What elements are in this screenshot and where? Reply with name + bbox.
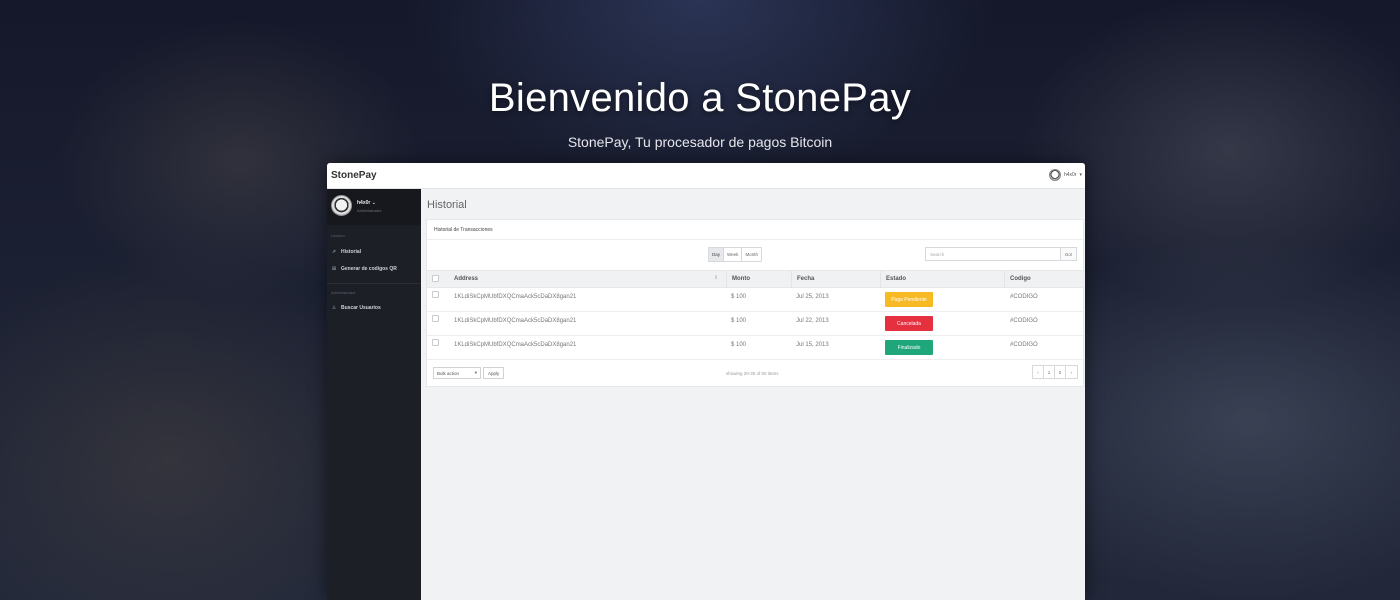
column-header-codigo[interactable]: Codigo [1010, 276, 1031, 282]
range-day-button[interactable]: Day [709, 248, 725, 261]
cell-code: #CODIGO [1010, 342, 1038, 348]
sidebar-item-historial[interactable]: ⇗ Historial [331, 249, 361, 255]
sidebar-item-qr[interactable]: ⊞ Generar de codigos QR [331, 266, 397, 272]
sidebar-item-label: Buscar Usuarios [341, 305, 381, 311]
column-divider [791, 271, 792, 288]
top-bar: StonePay h4x0r ▾ [327, 163, 1085, 189]
main-content: Historial Historial de Transacciones Day… [421, 189, 1085, 600]
user-menu[interactable]: h4x0r ▾ [1048, 169, 1082, 181]
table-row[interactable]: 1KLdiSkCpMUbfDXQCmaAck5cDaDX8gan21 $ 100… [427, 288, 1083, 312]
hero-title: Bienvenido a StonePay [488, 76, 912, 120]
qr-icon: ⊞ [331, 266, 337, 272]
status-badge: Pago Pendiente [885, 292, 933, 307]
profile-name[interactable]: h4x0r ⌄ [357, 200, 376, 206]
column-header-monto[interactable]: Monto [732, 276, 750, 282]
sidebar-divider [327, 283, 421, 284]
app-window: StonePay h4x0r ▾ h4x0r ⌄ Administrador U… [327, 163, 1085, 600]
range-month-button[interactable]: Month [742, 248, 761, 261]
row-checkbox[interactable] [432, 315, 439, 322]
transactions-panel: Historial de Transacciones Day Week Mont… [426, 219, 1084, 387]
bulk-action-select[interactable]: Bulk action ▾ [433, 367, 481, 379]
pagination: ‹ 1 2 › [1032, 365, 1078, 379]
cell-amount: $ 100 [731, 294, 747, 300]
profile-role: Administrador [357, 208, 382, 213]
page-title: Historial [427, 199, 467, 211]
column-divider [726, 271, 727, 288]
avatar[interactable] [1048, 169, 1061, 181]
status-badge: Cancelada [885, 316, 933, 331]
cell-address: 1KLdiSkCpMUbfDXQCmaAck5cDaDX8gan21 [454, 294, 577, 300]
table-row[interactable]: 1KLdiSkCpMUbfDXQCmaAck5cDaDX8gan21 $ 100… [427, 312, 1083, 336]
search-group: Go! [925, 247, 1077, 261]
sidebar-item-label: Historial [341, 249, 362, 255]
page-2-button[interactable]: 2 [1055, 366, 1066, 378]
range-week-button[interactable]: Week [724, 248, 743, 261]
showing-count: showing 20-30 of 50 items [726, 371, 779, 376]
bulk-actions: Bulk action ▾ Apply [433, 367, 505, 379]
row-checkbox[interactable] [432, 339, 439, 346]
user-menu-name[interactable]: h4x0r [1064, 172, 1077, 178]
cell-date: Jul 22, 2013 [796, 318, 829, 324]
table-row[interactable]: 1KLdiSkCpMUbfDXQCmaAck5cDaDX8gan21 $ 100… [427, 336, 1083, 360]
sort-icon[interactable]: ⇕ [714, 275, 718, 281]
chevron-down-icon: ▾ [474, 370, 477, 375]
column-header-address[interactable]: Address [454, 276, 478, 282]
column-divider [880, 271, 881, 288]
chevron-down-icon[interactable]: ▾ [1079, 172, 1082, 178]
cell-address: 1KLdiSkCpMUbfDXQCmaAck5cDaDX8gan21 [454, 342, 577, 348]
sidebar-item-label: Generar de codigos QR [341, 266, 397, 272]
section-label-usuario: Usuario [331, 233, 345, 238]
cell-date: Jul 15, 2013 [796, 342, 829, 348]
search-go-button[interactable]: Go! [1060, 248, 1076, 260]
page-prev-button[interactable]: ‹ [1033, 366, 1044, 378]
cell-address: 1KLdiSkCpMUbfDXQCmaAck5cDaDX8gan21 [454, 318, 577, 324]
search-input[interactable] [926, 248, 1060, 260]
hero-subtitle: StonePay, Tu procesador de pagos Bitcoin [567, 134, 833, 150]
cell-amount: $ 100 [731, 342, 747, 348]
range-toggle: Day Week Month [708, 247, 762, 262]
row-checkbox[interactable] [432, 291, 439, 298]
column-divider [1004, 271, 1005, 288]
brand-logo[interactable]: StonePay [331, 170, 377, 181]
sidebar-profile: h4x0r ⌄ Administrador [327, 189, 421, 225]
column-header-estado[interactable]: Estado [886, 276, 906, 282]
table-header: Address ⇕ Monto Fecha Estado Codigo [427, 270, 1083, 288]
avatar [331, 195, 352, 216]
chart-icon: ⇗ [331, 249, 337, 255]
cell-date: Jul 25, 2013 [796, 294, 829, 300]
page-next-button[interactable]: › [1066, 366, 1077, 378]
user-icon: ♙ [331, 305, 337, 311]
select-all-checkbox[interactable] [432, 275, 439, 282]
section-label-administrador: Administrador [331, 290, 356, 295]
sidebar-item-buscar-usuarios[interactable]: ♙ Buscar Usuarios [331, 305, 381, 311]
bulk-action-label: Bulk action [437, 370, 460, 376]
status-badge: Finalizado [885, 340, 933, 355]
cell-code: #CODIGO [1010, 294, 1038, 300]
apply-button[interactable]: Apply [483, 367, 505, 379]
panel-header: Historial de Transacciones [427, 220, 1083, 240]
column-header-fecha[interactable]: Fecha [797, 276, 814, 282]
panel-title: Historial de Transacciones [434, 227, 493, 233]
cell-amount: $ 100 [731, 318, 747, 324]
cell-code: #CODIGO [1010, 318, 1038, 324]
sidebar: h4x0r ⌄ Administrador Usuario ⇗ Historia… [327, 189, 421, 600]
page-1-button[interactable]: 1 [1044, 366, 1055, 378]
